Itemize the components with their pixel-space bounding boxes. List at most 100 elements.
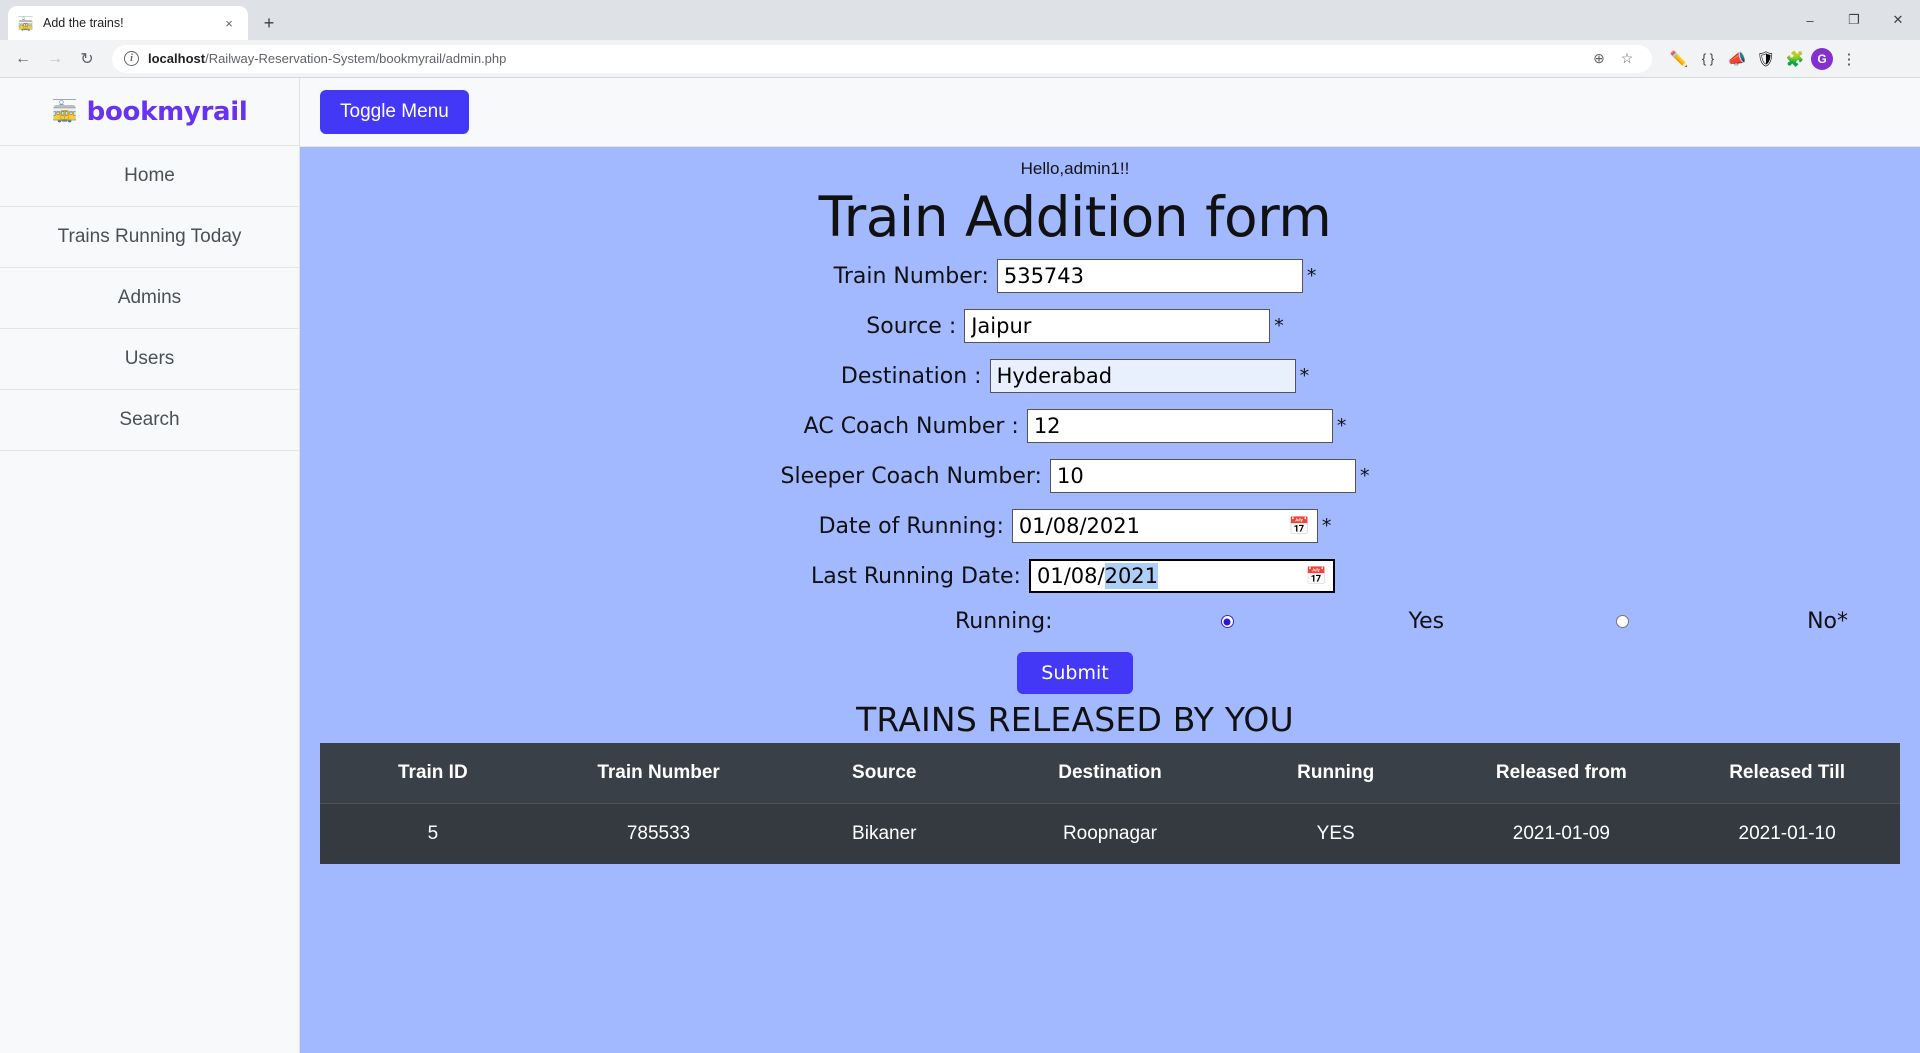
- tab-strip: 🚋 Add the trains! × + – ❐ ✕: [0, 0, 1920, 40]
- megaphone-icon[interactable]: 📣: [1724, 46, 1750, 72]
- profile-avatar[interactable]: G: [1811, 47, 1833, 70]
- destination-input[interactable]: [989, 359, 1296, 393]
- released-section-title: TRAINS RELEASED BY YOU: [856, 700, 1294, 739]
- cell-released-from: 2021-01-09: [1448, 803, 1675, 864]
- minimize-button[interactable]: –: [1788, 0, 1832, 40]
- table-body: 5 785533 Bikaner Roopnagar YES 2021-01-0…: [320, 803, 1900, 864]
- page-content: Hello,admin1!! Train Addition form Train…: [300, 147, 1920, 1053]
- running-radio-row: Running: Yes No*: [300, 609, 1920, 634]
- sidebar-item-admins[interactable]: Admins: [0, 268, 299, 329]
- released-trains-table: Train ID Train Number Source Destination…: [320, 743, 1900, 864]
- field-row-last-running-date: Last Running Date: 01/08/2021 📅: [300, 559, 1920, 593]
- column-header-train-number: Train Number: [545, 743, 772, 804]
- cell-running: YES: [1222, 803, 1449, 864]
- url-text: localhost/Railway-Reservation-System/boo…: [148, 51, 506, 66]
- required-asterisk: *: [1336, 415, 1347, 437]
- released-table-wrapper: Train ID Train Number Source Destination…: [300, 743, 1920, 864]
- sidebar-item-users[interactable]: Users: [0, 329, 299, 390]
- cell-train-number: 785533: [545, 803, 772, 864]
- site-info-icon[interactable]: i: [124, 51, 139, 66]
- running-yes-label: Yes: [1408, 609, 1445, 634]
- running-yes-radio[interactable]: [1220, 615, 1234, 628]
- close-window-button[interactable]: ✕: [1876, 0, 1920, 40]
- column-header-running: Running: [1222, 743, 1449, 804]
- sidebar-item-home[interactable]: Home: [0, 146, 299, 207]
- last-running-date-wrapper[interactable]: 01/08/2021 📅: [1028, 559, 1335, 593]
- url-path: /Railway-Reservation-System/bookmyrail/a…: [205, 51, 507, 66]
- forward-icon[interactable]: →: [40, 44, 70, 74]
- column-header-source: Source: [771, 743, 998, 804]
- reload-icon[interactable]: ↻: [72, 44, 102, 74]
- last-running-date-year-selected: 2021: [1104, 563, 1159, 589]
- cell-released-till: 2021-01-10: [1674, 803, 1900, 864]
- main-area: Toggle Menu Hello,admin1!! Train Additio…: [300, 78, 1920, 1053]
- bookmark-star-icon[interactable]: ☆: [1614, 46, 1640, 72]
- brand-logo[interactable]: 🚋 bookmyrail: [0, 78, 299, 146]
- sidebar-item-label: Users: [124, 348, 175, 369]
- shield-icon[interactable]: 🛡: [1753, 46, 1779, 72]
- sleeper-coach-number-input[interactable]: [1049, 459, 1356, 493]
- field-row-train-number: Train Number: *: [300, 259, 1920, 293]
- top-bar: Toggle Menu: [300, 78, 1920, 147]
- puzzle-icon[interactable]: 🧩: [1782, 46, 1808, 72]
- field-row-destination: Destination : *: [300, 359, 1920, 393]
- browser-window: 🚋 Add the trains! × + – ❐ ✕ ← → ↻ i loca…: [0, 0, 1920, 1053]
- column-header-released-from: Released from: [1448, 743, 1675, 804]
- running-no-label: No*: [1807, 609, 1848, 634]
- train-number-input[interactable]: [996, 259, 1303, 293]
- required-asterisk: *: [1274, 315, 1284, 337]
- sidebar-item-trains-running-today[interactable]: Trains Running Today: [0, 207, 299, 268]
- toggle-menu-button[interactable]: Toggle Menu: [320, 90, 469, 134]
- window-controls: – ❐ ✕: [1788, 0, 1920, 40]
- source-label: Source :: [866, 313, 957, 339]
- required-asterisk: *: [1306, 265, 1317, 287]
- last-running-date-prefix: 01/08/: [1036, 564, 1105, 588]
- column-header-destination: Destination: [997, 743, 1223, 804]
- sidebar-item-label: Search: [119, 409, 180, 430]
- sleeper-coach-number-label: Sleeper Coach Number:: [780, 463, 1042, 489]
- sidebar-item-label: Trains Running Today: [57, 226, 242, 247]
- column-header-released-till: Released Till: [1674, 743, 1900, 804]
- table-row: 5 785533 Bikaner Roopnagar YES 2021-01-0…: [320, 803, 1900, 864]
- date-of-running-wrapper[interactable]: 📅: [1011, 509, 1318, 543]
- zoom-icon[interactable]: ⊕: [1586, 46, 1612, 72]
- train-logo-icon: 🚋: [51, 100, 78, 123]
- sidebar: 🚋 bookmyrail Home Trains Running Today A…: [0, 78, 300, 1053]
- last-running-date-input[interactable]: 01/08/2021: [1028, 559, 1335, 593]
- sidebar-item-search[interactable]: Search: [0, 390, 299, 451]
- browser-tab[interactable]: 🚋 Add the trains! ×: [8, 6, 248, 40]
- train-icon: 🚋: [17, 15, 35, 31]
- url-host: localhost: [148, 51, 206, 66]
- back-icon[interactable]: ←: [8, 44, 38, 74]
- required-asterisk: *: [1299, 365, 1310, 387]
- browser-toolbar: ← → ↻ i localhost/Railway-Reservation-Sy…: [0, 40, 1920, 78]
- address-bar[interactable]: i localhost/Railway-Reservation-System/b…: [112, 44, 1652, 73]
- greeting-text: Hello,admin1!!: [1020, 159, 1130, 178]
- field-row-ac-coach-number: AC Coach Number : *: [300, 409, 1920, 443]
- cell-train-id: 5: [320, 803, 546, 864]
- field-row-date-of-running: Date of Running: 📅 *: [300, 509, 1920, 543]
- ac-coach-number-input[interactable]: [1026, 409, 1333, 443]
- running-no-radio[interactable]: [1616, 615, 1630, 628]
- page-title: Train Addition form: [818, 185, 1332, 249]
- table-header-row: Train ID Train Number Source Destination…: [320, 743, 1900, 804]
- date-of-running-input[interactable]: [1011, 509, 1318, 543]
- field-row-sleeper-coach-number: Sleeper Coach Number: *: [300, 459, 1920, 493]
- close-icon[interactable]: ×: [220, 14, 238, 32]
- restore-button[interactable]: ❐: [1832, 0, 1876, 40]
- cell-destination: Roopnagar: [997, 803, 1223, 864]
- required-asterisk: *: [1321, 515, 1332, 537]
- new-tab-button[interactable]: +: [254, 8, 284, 38]
- ac-coach-number-label: AC Coach Number :: [803, 413, 1019, 439]
- submit-row: Submit: [300, 652, 1920, 694]
- pencil-icon[interactable]: ✏️: [1666, 46, 1692, 72]
- cell-source: Bikaner: [771, 803, 998, 864]
- braces-icon[interactable]: { }: [1695, 46, 1721, 72]
- omnibox-actions: ⊕ ☆: [1586, 46, 1640, 72]
- sidebar-item-label: Home: [124, 165, 175, 186]
- browser-menu-icon[interactable]: ⋮: [1836, 46, 1862, 72]
- running-label: Running:: [955, 609, 1053, 634]
- submit-button[interactable]: Submit: [1017, 652, 1133, 694]
- source-input[interactable]: [964, 309, 1271, 343]
- table-head: Train ID Train Number Source Destination…: [320, 743, 1900, 804]
